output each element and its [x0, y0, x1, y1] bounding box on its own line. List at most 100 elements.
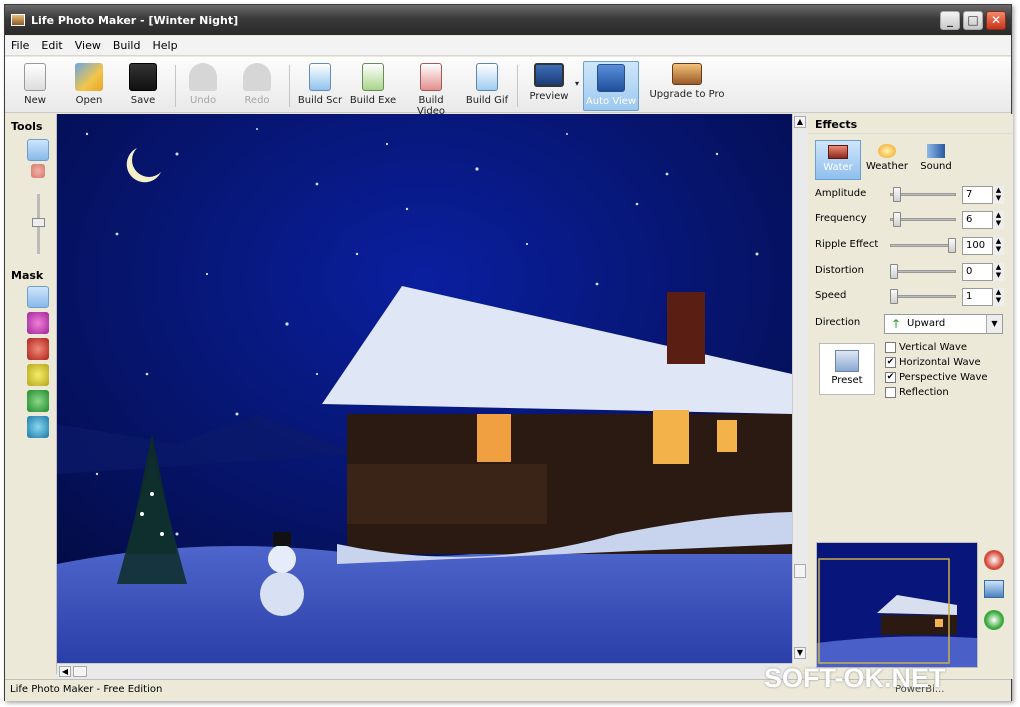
close-button[interactable]: ✕ — [986, 11, 1006, 30]
tab-sound[interactable]: Sound — [913, 140, 959, 180]
distortion-slider-thumb[interactable] — [890, 264, 898, 279]
menu-file[interactable]: File — [5, 39, 35, 52]
horizontal-scrollbar[interactable]: ◀ — [57, 663, 792, 679]
speed-label: Speed — [815, 290, 847, 301]
title-bar: Life Photo Maker - [Winter Night] _ □ ✕ — [5, 5, 1011, 35]
menu-view[interactable]: View — [69, 39, 107, 52]
effects-panel: Effects Water Weather Sound Amplitude 7 … — [808, 114, 1013, 679]
preset-button[interactable]: Preset — [819, 343, 875, 395]
speed-slider-track[interactable] — [890, 295, 956, 298]
tab-water[interactable]: Water — [815, 140, 861, 180]
mask-4-icon[interactable] — [27, 364, 49, 386]
app-icon — [11, 14, 25, 26]
build-video-icon — [420, 63, 442, 91]
new-document-icon — [24, 63, 46, 91]
frequency-spin-icon[interactable]: ▲ ▼ — [992, 211, 1004, 229]
menu-edit[interactable]: Edit — [35, 39, 68, 52]
tools-panel: Tools Mask — [5, 114, 57, 674]
preset-icon — [835, 350, 859, 372]
distortion-spin-icon[interactable]: ▲ ▼ — [992, 263, 1004, 281]
mask-3-icon[interactable] — [27, 338, 49, 360]
ripple-slider-thumb[interactable] — [948, 238, 956, 253]
speed-spin-icon[interactable]: ▲ ▼ — [992, 288, 1004, 306]
amplitude-row: Amplitude 7 ▲ ▼ — [815, 183, 1010, 205]
minimize-button[interactable]: _ — [940, 11, 960, 30]
zoom-in-icon[interactable] — [984, 610, 1004, 630]
build-scr-button[interactable]: Build Scr — [295, 61, 345, 111]
reflection-checkbox[interactable]: Reflection — [885, 387, 949, 398]
checkbox-box[interactable] — [885, 387, 896, 398]
toolbar-separator — [289, 65, 290, 107]
distortion-label: Distortion — [815, 265, 864, 276]
ripple-spin-icon[interactable]: ▲ ▼ — [992, 237, 1004, 255]
menu-build[interactable]: Build — [107, 39, 147, 52]
speed-slider-thumb[interactable] — [890, 289, 898, 304]
amplitude-slider-thumb[interactable] — [892, 187, 901, 202]
checkmark-icon[interactable]: ✔ — [885, 357, 896, 368]
toolbar: New Open Save Undo Redo Build Scr Build … — [5, 57, 1011, 117]
mask-6-icon[interactable] — [27, 416, 49, 438]
checkmark-icon[interactable]: ✔ — [885, 372, 896, 383]
ripple-row: Ripple Effect 100 ▲ ▼ — [815, 234, 1010, 256]
scroll-down-arrow-icon[interactable]: ▼ — [794, 647, 806, 659]
toolbar-separator — [517, 65, 518, 107]
scroll-thumb[interactable] — [794, 564, 806, 578]
checkbox-box[interactable] — [885, 342, 896, 353]
scroll-up-arrow-icon[interactable]: ▲ — [794, 116, 806, 128]
mask-5-icon[interactable] — [27, 390, 49, 412]
fit-image-icon[interactable] — [984, 580, 1004, 598]
frequency-slider-thumb[interactable] — [892, 212, 901, 227]
mask-1-icon[interactable] — [27, 286, 49, 308]
save-button[interactable]: Save — [121, 61, 165, 111]
scroll-thumb[interactable] — [73, 666, 87, 677]
zoom-out-icon[interactable] — [984, 550, 1004, 570]
mask-2-icon[interactable] — [27, 312, 49, 334]
direction-select[interactable]: ↑ Upward ▼ — [884, 314, 1003, 334]
amplitude-spin-icon[interactable]: ▲ ▼ — [992, 186, 1004, 204]
window-title: Life Photo Maker - [Winter Night] — [31, 13, 239, 27]
build-video-button[interactable]: Build Video — [403, 61, 459, 117]
upgrade-photo-icon — [672, 63, 702, 85]
scroll-left-arrow-icon[interactable]: ◀ — [59, 666, 71, 677]
eraser-tool-icon[interactable] — [31, 164, 45, 178]
build-gif-button[interactable]: Build Gif — [465, 61, 509, 111]
mask-heading: Mask — [11, 269, 44, 282]
tab-weather[interactable]: Weather — [864, 140, 910, 180]
vertical-scrollbar[interactable]: ▲ ▼ — [792, 114, 808, 663]
distortion-slider-track[interactable] — [890, 270, 956, 273]
speed-row: Speed 1 ▲ ▼ — [815, 285, 1010, 307]
open-button[interactable]: Open — [67, 61, 111, 111]
menu-help[interactable]: Help — [146, 39, 183, 52]
ripple-slider-track[interactable] — [890, 244, 956, 247]
build-screensaver-icon — [309, 63, 331, 91]
redo-button[interactable]: Redo — [235, 61, 279, 111]
auto-view-button[interactable]: Auto View — [583, 61, 639, 111]
ripple-label: Ripple Effect — [815, 239, 879, 250]
build-gif-icon — [476, 63, 498, 91]
new-button[interactable]: New — [13, 61, 57, 111]
tools-heading: Tools — [11, 120, 43, 133]
frequency-label: Frequency — [815, 213, 867, 224]
direction-row: Direction ↑ Upward ▼ — [815, 312, 1010, 334]
redo-arrow-icon — [243, 63, 271, 91]
perspective-wave-checkbox[interactable]: ✔ Perspective Wave — [885, 372, 988, 383]
chevron-down-icon[interactable]: ▼ — [986, 315, 1002, 333]
undo-button[interactable]: Undo — [181, 61, 225, 111]
vertical-wave-checkbox[interactable]: Vertical Wave — [885, 342, 967, 353]
navigator-image — [817, 543, 977, 667]
navigator-thumbnail[interactable] — [816, 542, 978, 668]
upgrade-button[interactable]: Upgrade to Pro — [647, 61, 727, 111]
brush-tool-icon[interactable] — [27, 139, 49, 161]
horizontal-wave-checkbox[interactable]: ✔ Horizontal Wave — [885, 357, 981, 368]
up-arrow-icon: ↑ — [891, 317, 902, 331]
status-text: Life Photo Maker - Free Edition — [10, 684, 163, 695]
save-disk-icon — [129, 63, 157, 91]
build-exe-button[interactable]: Build Exe — [349, 61, 397, 111]
maximize-button[interactable]: □ — [963, 11, 983, 30]
preview-button[interactable]: Preview — [523, 61, 575, 111]
winter-night-image — [57, 114, 792, 663]
direction-label: Direction — [815, 317, 861, 328]
auto-view-play-icon — [597, 64, 625, 92]
brush-size-slider-thumb[interactable] — [32, 218, 45, 227]
photo-canvas[interactable] — [57, 114, 792, 663]
